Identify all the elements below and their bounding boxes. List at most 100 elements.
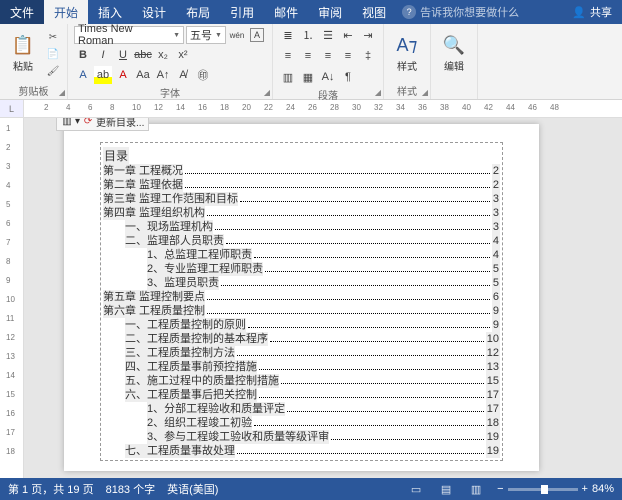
highlight-button[interactable]: ab [94,66,112,84]
toc-entry[interactable]: 三、工程质量控制方法12 [103,346,500,360]
update-toc-icon[interactable]: ⟳ [82,118,94,128]
decrease-indent[interactable]: ⇤ [339,26,357,44]
update-toc-button[interactable]: 更新目录... [96,118,144,129]
toc-entry[interactable]: 第二章 监理依据2 [103,178,500,192]
ruler-horizontal[interactable]: L 24681012141618202224262830323436384042… [0,100,622,118]
tell-me[interactable]: ? 告诉我你想要做什么 [396,0,562,24]
read-mode-button[interactable]: ▭ [407,482,425,496]
format-painter-button[interactable]: 🖌 [45,64,61,78]
toc-entry[interactable]: 四、工程质量事前预控措施13 [103,360,500,374]
paste-button[interactable]: 📋 粘贴 [6,26,40,82]
group-editing: 🔍 编辑 [431,24,478,99]
tab-审阅[interactable]: 审阅 [308,0,352,24]
borders[interactable]: ▦ [299,68,317,86]
document-viewport[interactable]: ▥ ▾ ⟳ 更新目录... 目录 第一章 工程概况2第二章 监理依据2第三章 监… [24,118,622,478]
text-effects[interactable]: A [74,66,92,84]
strike-button[interactable]: abc [134,46,152,64]
toc-options-icon[interactable]: ▥ [61,118,73,128]
numbering[interactable]: ⒈ [299,26,317,44]
ruler-vertical[interactable]: 123456789101112131415161718 [0,118,24,478]
zoom-in-button[interactable]: + [582,483,588,495]
toc-entry[interactable]: 1、分部工程验收和质量评定17 [103,402,500,416]
show-marks[interactable]: ¶ [339,68,357,86]
toc-entry[interactable]: 一、现场监理机构3 [103,220,500,234]
sort[interactable]: A↓ [319,68,337,86]
share-button[interactable]: 👤 共享 [562,0,622,24]
grow-font[interactable]: A↑ [154,66,172,84]
font-launcher[interactable]: ◢ [264,88,270,97]
page-indicator[interactable]: 第 1 页，共 19 页 [8,481,94,497]
toc-entry-text: 四、工程质量事前预控措施 [125,360,257,374]
toc-entry[interactable]: 2、专业监理工程师职责5 [103,262,500,276]
clipboard-icon: 📋 [12,35,34,56]
increase-indent[interactable]: ⇥ [359,26,377,44]
toc-entry[interactable]: 五、施工过程中的质量控制措施15 [103,374,500,388]
tab-插入[interactable]: 插入 [88,0,132,24]
toc-entry[interactable]: 2、组织工程竣工初验18 [103,416,500,430]
word-count[interactable]: 8183 个字 [106,481,156,497]
align-center[interactable]: ≡ [299,47,317,65]
zoom-out-button[interactable]: − [497,483,503,495]
language-indicator[interactable]: 英语(美国) [167,481,218,497]
tab-视图[interactable]: 视图 [352,0,396,24]
toc-entry[interactable]: 第三章 监理工作范围和目标3 [103,192,500,206]
toc-entry[interactable]: 七、工程质量事故处理19 [103,444,500,458]
toc-entry[interactable]: 二、工程质量控制的基本程序10 [103,332,500,346]
toc-entry[interactable]: 六、工程质量事后把关控制17 [103,388,500,402]
toc-entry[interactable]: 第六章 工程质量控制9 [103,304,500,318]
toc-entry[interactable]: 第五章 监理控制要点6 [103,290,500,304]
toc-entry[interactable]: 一、工程质量控制的原则9 [103,318,500,332]
copy-button[interactable]: 📄 [45,47,61,61]
editing-button[interactable]: 🔍 编辑 [437,26,471,82]
toc-entry[interactable]: 3、监理员职责5 [103,276,500,290]
align-left[interactable]: ≡ [279,47,297,65]
phonetic-guide[interactable]: wén [228,26,246,44]
multilevel[interactable]: ☰ [319,26,337,44]
tab-文件[interactable]: 文件 [0,0,44,24]
toc-entry-text: 3、监理员职责 [147,276,219,290]
styles-icon: A⁊ [397,35,418,56]
enclose-char[interactable]: ㊞ [194,66,212,84]
italic-button[interactable]: I [94,46,112,64]
font-size-combo[interactable]: 五号▼ [186,26,226,44]
font-name-combo[interactable]: Times New Roman▼ [74,26,184,44]
toc-entry[interactable]: 3、参与工程竣工验收和质量等级评审19 [103,430,500,444]
tab-布局[interactable]: 布局 [176,0,220,24]
tab-开始[interactable]: 开始 [44,0,88,24]
toc-entry[interactable]: 第四章 监理组织机构3 [103,206,500,220]
styles-button[interactable]: A⁊ 样式 [390,26,424,82]
cut-button[interactable]: ✂ [45,30,61,44]
clipboard-launcher[interactable]: ◢ [59,88,65,97]
align-right[interactable]: ≡ [319,47,337,65]
underline-button[interactable]: U [114,46,132,64]
paragraph-launcher[interactable]: ◢ [375,88,381,97]
shading[interactable]: ▥ [279,68,297,86]
tab-引用[interactable]: 引用 [220,0,264,24]
char-border[interactable]: A [248,26,266,44]
styles-launcher[interactable]: ◢ [422,88,428,97]
subscript-button[interactable]: x₂ [154,46,172,64]
toc-entry-page: 17 [486,402,500,416]
bold-button[interactable]: B [74,46,92,64]
toc-entry[interactable]: 1、总监理工程师职责4 [103,248,500,262]
line-spacing[interactable]: ‡ [359,47,377,65]
font-color[interactable]: A [114,66,132,84]
clear-format[interactable]: A̸ [174,66,192,84]
toc-entry[interactable]: 二、监理部人员职责4 [103,234,500,248]
toc-entry[interactable]: 第一章 工程概况2 [103,164,500,178]
tab-邮件[interactable]: 邮件 [264,0,308,24]
toc-entry-text: 3、参与工程竣工验收和质量等级评审 [147,430,329,444]
help-icon: ? [402,5,416,19]
justify[interactable]: ≡ [339,47,357,65]
zoom-slider[interactable] [508,488,578,491]
toc-field[interactable]: 目录 第一章 工程概况2第二章 监理依据2第三章 监理工作范围和目标3第四章 监… [100,142,503,461]
superscript-button[interactable]: x² [174,46,192,64]
web-layout-button[interactable]: ▥ [467,482,485,496]
change-case[interactable]: Aa [134,66,152,84]
zoom-level[interactable]: 84% [592,483,614,495]
tab-设计[interactable]: 设计 [132,0,176,24]
toc-entry-page: 9 [492,318,500,332]
bullets[interactable]: ≣ [279,26,297,44]
tab-selector[interactable]: L [0,100,24,117]
print-layout-button[interactable]: ▤ [437,482,455,496]
